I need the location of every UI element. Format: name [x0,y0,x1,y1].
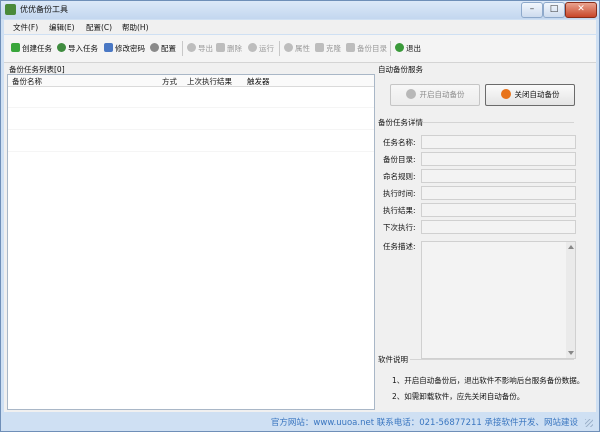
main-content: 备份任务列表[0] 备份名称 方式 上次执行结果 触发器 自动备份服务 开启自动… [4,63,596,412]
scroll-down-icon[interactable] [568,351,574,355]
stop-icon [500,89,511,99]
right-panel: 自动备份服务 开启自动备份 关闭自动备份 备份任务详情 任务名称: 备份目录: … [378,63,596,412]
delete-icon [216,43,225,52]
column-header-method[interactable]: 方式 [162,76,177,87]
row-divider [8,107,374,108]
change-password-button[interactable]: 修改密码 [104,42,145,55]
toolbar: 创建任务 导入任务 修改密码 配置 导出 删除 运行 属性 克隆 备份目录 退出 [4,35,596,63]
field-label-backup-dir: 备份目录: [383,155,416,164]
key-icon [104,43,113,52]
menu-help[interactable]: 帮助(H) [122,22,149,33]
maximize-button[interactable]: □ [543,2,565,18]
field-label-exec-time: 执行时间: [383,189,416,198]
note-line-1: 1、开启自动备份后，退出软件不影响后台服务备份数据。 [392,376,585,385]
status-text[interactable]: 官方网站：www.uuoa.net 联系电话：021-56877211 承接软件… [271,416,578,428]
export-icon [187,43,196,52]
export-button[interactable]: 导出 [187,42,213,55]
app-icon [5,4,16,15]
clone-button[interactable]: 克隆 [315,42,341,55]
window-title: 优优备份工具 [20,5,68,14]
task-description-field[interactable] [421,241,576,359]
backup-dir-field [421,152,576,166]
naming-rule-field [421,169,576,183]
title-bar: 优优备份工具 – □ ✕ [1,1,599,19]
task-name-field [421,135,576,149]
delete-button[interactable]: 删除 [216,42,242,55]
details-title: 备份任务详情 [378,118,423,127]
import-icon [57,43,66,52]
folder-icon [346,43,355,52]
note-group-line [410,359,574,360]
exit-button[interactable]: 退出 [395,42,421,55]
menu-edit[interactable]: 编辑(E) [49,22,75,33]
properties-icon [284,43,293,52]
field-label-naming-rule: 命名规则: [383,172,416,181]
row-divider [8,129,374,130]
resize-grip-icon[interactable] [585,419,593,427]
play-icon [405,89,416,99]
minimize-button[interactable]: – [521,2,543,18]
task-list-header: 备份名称 方式 上次执行结果 触发器 [8,75,374,87]
close-button[interactable]: ✕ [565,2,597,18]
details-group-line [422,122,574,123]
menu-bar: 文件(F) 编辑(E) 配置(C) 帮助(H) [4,20,596,34]
exec-result-field [421,203,576,217]
toolbar-separator [182,41,183,56]
description-scrollbar[interactable] [566,242,575,358]
column-header-last-result[interactable]: 上次执行结果 [187,76,232,87]
properties-button[interactable]: 属性 [284,42,310,55]
exec-time-field [421,186,576,200]
note-line-2: 2、如需卸载软件，应先关闭自动备份。 [392,392,525,401]
clone-icon [315,43,324,52]
create-task-button[interactable]: 创建任务 [11,42,52,55]
toolbar-separator [279,41,280,56]
run-icon [248,43,257,52]
column-header-trigger[interactable]: 触发器 [247,76,270,87]
field-label-description: 任务描述: [383,242,416,251]
backup-dir-button[interactable]: 备份目录 [346,42,387,55]
gear-icon [150,43,159,52]
field-label-task-name: 任务名称: [383,138,416,147]
start-auto-backup-button[interactable]: 开启自动备份 [390,84,480,106]
menu-file[interactable]: 文件(F) [13,22,38,33]
scroll-up-icon[interactable] [568,245,574,249]
field-label-next-exec: 下次执行: [383,223,416,232]
next-exec-field [421,220,576,234]
software-note-title: 软件说明 [378,355,408,364]
exit-icon [395,43,404,52]
menu-config[interactable]: 配置(C) [86,22,112,33]
app-window: 优优备份工具 – □ ✕ 文件(F) 编辑(E) 配置(C) 帮助(H) 创建任… [0,0,600,432]
auto-service-title: 自动备份服务 [378,65,423,74]
run-button[interactable]: 运行 [248,42,274,55]
column-header-name[interactable]: 备份名称 [12,76,42,87]
task-list[interactable]: 备份名称 方式 上次执行结果 触发器 [7,74,375,410]
status-bar: 官方网站：www.uuoa.net 联系电话：021-56877211 承接软件… [4,413,596,429]
import-task-button[interactable]: 导入任务 [57,42,98,55]
stop-auto-backup-button[interactable]: 关闭自动备份 [485,84,575,106]
row-divider [8,151,374,152]
field-label-exec-result: 执行结果: [383,206,416,215]
config-button[interactable]: 配置 [150,42,176,55]
toolbar-separator [390,41,391,56]
plus-icon [11,43,20,52]
